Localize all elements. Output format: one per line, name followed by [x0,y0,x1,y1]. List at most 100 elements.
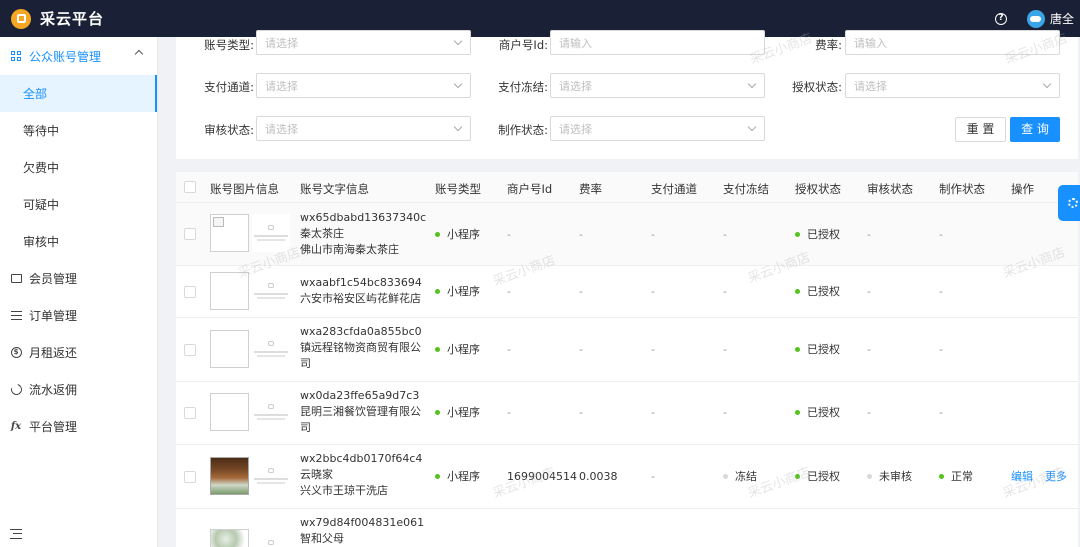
auth-status-select[interactable]: 请选择 [845,73,1060,98]
qrcode-placeholder-image [252,272,290,310]
more-link[interactable]: 更多 [1045,469,1067,485]
sidebar-item-platform[interactable]: fx 平台管理 [0,408,157,445]
chevron-up-icon [134,49,144,59]
table-row[interactable]: wx65dbabd13637340c 秦太茶庄 佛山市南海秦太茶庄 小程序 - … [176,203,1078,266]
sidebar-sub-arrears[interactable]: 欠费中 [0,149,157,186]
column-header: 费率 [579,182,602,196]
qrcode-placeholder-image [252,330,290,368]
app-title: 采云平台 [40,10,105,28]
account-name: 智和父母 [300,532,344,545]
sidebar-item-commission[interactable]: 流水返佣 [0,371,157,408]
pay-freeze-value: - [723,285,727,298]
pay-channel-select[interactable]: 请选择 [256,73,471,98]
sidebar-item-label: 流水返佣 [29,383,78,397]
account-type: 小程序 [435,342,480,358]
auth-status-value: 已授权 [795,342,840,358]
sidebar-item-label: 平台管理 [29,420,78,434]
account-type: 小程序 [435,284,480,300]
account-appid: wxa283cfda0a855bc0 [300,325,422,338]
account-avatar-image [210,214,249,252]
table-row[interactable]: wxa283cfda0a855bc0 镇远程铭物资商贸有限公 司 小程序 - -… [176,318,1078,382]
qrcode-placeholder-image [252,529,290,547]
id-card-icon [10,273,22,285]
account-company: 兴义市王琼干洗店 [300,484,388,497]
account-appid: wx79d84f004831e061 [300,516,425,529]
help-icon[interactable]: ? [994,12,1007,25]
merchant-id-input[interactable]: 请输入 [550,30,765,55]
sidebar-group-account[interactable]: 公众账号管理 [0,37,157,75]
avatar[interactable] [1026,9,1045,28]
sidebar-sub-all[interactable]: 全部 [0,75,157,112]
row-checkbox[interactable] [184,471,196,483]
reset-button[interactable]: 重 置 [955,117,1006,142]
sidebar-sub-suspicious[interactable]: 可疑中 [0,186,157,223]
pay-freeze-value: - [723,406,727,419]
account-type: 小程序 [435,469,480,485]
account-avatar-image [210,393,249,431]
make-status-value: - [939,285,943,298]
sidebar-item-members[interactable]: 会员管理 [0,260,157,297]
column-header: 支付通道 [651,182,697,196]
table-row[interactable]: wx2bbc4db0170f64c4 云晓家 兴义市王琼干洗店 小程序 1699… [176,445,1078,509]
make-status-select[interactable]: 请选择 [550,116,765,141]
rate-value: - [579,343,583,356]
app-logo-icon [11,8,31,29]
merchant-id: 1699004514 [507,470,577,483]
sidebar-sub-waiting[interactable]: 等待中 [0,112,157,149]
table-row[interactable]: wxaabf1c54bc833694 六安市裕安区屿花鲜花店 小程序 - - -… [176,266,1078,318]
sidebar-sub-reviewing[interactable]: 审核中 [0,223,157,260]
merchant-id: - [507,343,511,356]
merchant-id: - [507,285,511,298]
pay-freeze-select[interactable]: 请选择 [550,73,765,98]
account-avatar-image [210,272,249,310]
rate-value: 0.0038 [579,470,618,483]
account-appid: wx2bbc4db0170f64c4 [300,452,423,465]
edit-link[interactable]: 编辑 [1011,469,1033,485]
rate-value: - [579,285,583,298]
account-avatar-image [210,330,249,368]
menu-collapse-icon[interactable] [10,529,22,539]
sidebar: 公众账号管理 全部 等待中 欠费中 可疑中 审核中 会员管理 订单管理 $ 月租… [0,37,158,547]
column-header: 制作状态 [939,182,985,196]
make-status-value: 正常 [939,469,973,485]
row-checkbox[interactable] [184,286,196,298]
chevron-down-icon [453,36,463,46]
account-type-select[interactable]: 请选择 [256,30,471,55]
list-icon [10,310,22,322]
chevron-down-icon [747,122,757,132]
sidebar-item-label: 订单管理 [29,309,78,323]
account-type: 小程序 [435,405,480,421]
row-checkbox[interactable] [184,407,196,419]
pie-chart-icon [8,381,24,398]
query-button[interactable]: 查 询 [1010,117,1060,142]
settings-gear-icon[interactable] [1058,185,1080,221]
make-status-value: - [939,228,943,241]
auth-status-value: 已授权 [795,469,840,485]
account-appid: wx65dbabd13637340c [300,211,427,224]
qrcode-placeholder-image [252,214,290,252]
select-all-checkbox[interactable] [184,181,196,193]
pay-channel-value: - [651,285,655,298]
account-company: 司 [300,421,311,434]
review-status-value: - [867,406,871,419]
sidebar-item-label: 会员管理 [29,272,78,286]
column-header: 账号类型 [435,182,481,196]
account-name: 六安市裕安区屿花鲜花店 [300,292,421,305]
sidebar-item-rent-refund[interactable]: $ 月租返还 [0,334,157,371]
auth-status-value: 已授权 [795,284,840,300]
account-table: 账号图片信息 账号文字信息 账号类型 商户号Id 费率 支付通道 支付冻结 授权… [176,172,1078,547]
row-checkbox[interactable] [184,228,196,240]
row-checkbox[interactable] [184,344,196,356]
table-row[interactable]: wx79d84f004831e061 智和父母 [176,509,1078,547]
username[interactable]: 唐全 [1050,10,1074,27]
review-status-value: - [867,228,871,241]
make-status-value: - [939,406,943,419]
function-fx-icon: fx [10,421,22,432]
table-row[interactable]: wx0da23ffe65a9d7c3 昆明三湘餐饮管理有限公 司 小程序 - -… [176,382,1078,445]
review-status-select[interactable]: 请选择 [256,116,471,141]
rate-input[interactable]: 请输入 [845,30,1060,55]
account-name: 秦太茶庄 [300,227,344,240]
sidebar-item-orders[interactable]: 订单管理 [0,297,157,334]
account-name: 镇远程铭物资商贸有限公 [300,341,421,354]
pay-channel-value: - [651,406,655,419]
